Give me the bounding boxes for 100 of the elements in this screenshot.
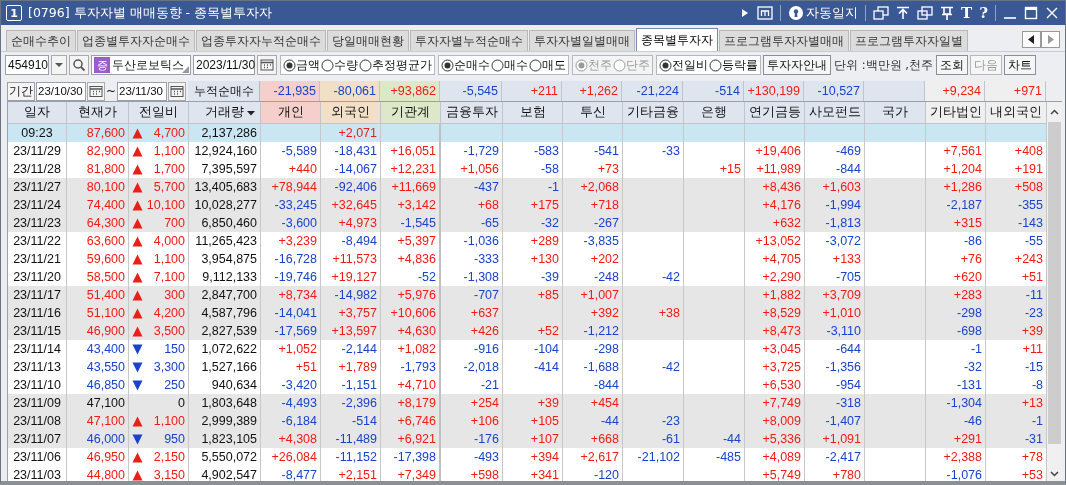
column-header[interactable]: 기타금융 xyxy=(623,102,684,124)
tab[interactable]: 프로그램투자자별매매 xyxy=(719,30,849,51)
column-header[interactable]: 사모펀드 xyxy=(805,102,865,124)
tool-glyph-button[interactable]: ? xyxy=(979,5,988,21)
column-header[interactable]: 투신 xyxy=(563,102,623,124)
range-separator: ~ xyxy=(106,84,117,98)
column-header[interactable]: 금융투자 xyxy=(441,102,503,124)
action-button[interactable]: 조회 xyxy=(935,55,968,75)
radio-button[interactable]: 전일비 xyxy=(659,57,708,73)
radio-dot-icon[interactable] xyxy=(709,58,722,72)
search-icon[interactable] xyxy=(69,55,89,75)
table-row[interactable]: 23/11/16 51,100 4,200 4,587,796 -14,041 +3,757 +10,606 +637 +392 +38 +8,529 +1,010 -298 -23 xyxy=(8,304,1047,322)
change-value: 4,000 xyxy=(153,234,185,248)
radio-dot-icon[interactable] xyxy=(491,58,504,72)
table-row[interactable]: 09:23 87,600 4,700 2,137,286 +2,071 xyxy=(8,124,1047,142)
radio-dot-icon[interactable] xyxy=(529,58,542,72)
column-header[interactable]: 연기금등 xyxy=(745,102,805,124)
table-row[interactable]: 23/11/23 64,300 700 6,850,460 -3,600 +4,973 -1,545 -65 -32 -267 +632 -1,813 +315 -143 xyxy=(8,214,1047,232)
top-arrow-icon[interactable] xyxy=(896,6,911,20)
close-icon[interactable] xyxy=(1045,6,1059,20)
auto-log-button[interactable]: 자동일지 xyxy=(788,4,859,22)
investor-guide-button[interactable]: 투자자안내 xyxy=(763,55,831,75)
period-label: 기간 xyxy=(7,81,35,101)
tab[interactable]: 투자자별누적순매수 xyxy=(410,30,528,51)
scrollbar-thumb[interactable] xyxy=(1048,122,1061,444)
column-header[interactable]: 개인 xyxy=(261,102,321,124)
up-triangle-icon xyxy=(132,217,143,229)
change-value: 300 xyxy=(164,288,185,302)
table-row[interactable]: 23/11/17 51,400 300 2,847,700 +8,734 -14,982 +5,976 -707 +85 +1,007 +1,882 +3,709 +283 -11 xyxy=(8,286,1047,304)
radio-button[interactable]: 금액 xyxy=(283,57,320,73)
dropdown-icon[interactable] xyxy=(51,55,67,75)
table-cell: +598 xyxy=(441,466,503,481)
radio-button[interactable]: 등락률 xyxy=(709,57,758,73)
calendar-icon[interactable] xyxy=(168,81,187,101)
column-header[interactable]: 국가 xyxy=(865,102,926,124)
table-cell: +341 xyxy=(503,466,563,481)
action-button[interactable]: 차트 xyxy=(1003,55,1036,75)
radio-button[interactable]: 수량 xyxy=(321,57,358,73)
table-cell: -120 xyxy=(563,466,623,481)
table-cell: +7,349 xyxy=(381,466,441,481)
tab[interactable]: 업종투자자누적순매수 xyxy=(196,30,326,51)
date-field[interactable]: 2023/11/30 xyxy=(193,55,255,75)
maximize-icon[interactable] xyxy=(1024,6,1038,20)
window-title: [0796] 투자자별 매매동향 - 종목별투자자 xyxy=(28,4,272,22)
column-header[interactable]: 일자 xyxy=(8,102,67,124)
change-value: 1,100 xyxy=(153,414,185,428)
column-header[interactable]: 기타법인 xyxy=(926,102,986,124)
table-row[interactable]: 23/11/27 80,100 5,700 13,405,683 +78,944 -92,406 +11,669 -437 -1 +2,068 +8,436 +1,603 +1,286 +508 xyxy=(8,178,1047,196)
change-value: 0 xyxy=(178,396,185,410)
tab[interactable]: 당일매매현황 xyxy=(327,30,409,51)
table-row[interactable]: 23/11/07 46,000 950 1,823,105 +4,308 -11,489 +6,921 -176 +107 +668 -61 -44 +5,336 +1,091 +291 -31 xyxy=(8,430,1047,448)
grid-box-icon[interactable] xyxy=(757,6,774,20)
price-cell: 44,800 xyxy=(67,466,129,481)
up-triangle-icon xyxy=(132,271,143,283)
radio-button[interactable]: 매도 xyxy=(529,57,566,73)
start-date-field[interactable]: 23/10/30 xyxy=(36,81,86,101)
change-value: 4,700 xyxy=(153,126,185,140)
change-value: 1,100 xyxy=(153,144,185,158)
calendar-icon[interactable] xyxy=(257,55,277,75)
end-date-field[interactable]: 23/11/30 xyxy=(117,81,168,101)
radio-dot-icon[interactable] xyxy=(659,58,672,72)
table-row[interactable]: 23/11/09 47,100 0 1,803,648 -4,493 -2,396 +8,179 +254 +39 +454 +7,749 -318 -1,304 +13 xyxy=(8,394,1047,412)
stock-name-field[interactable]: 증 두산로보틱스 xyxy=(91,55,191,75)
radio-dot-icon[interactable] xyxy=(321,58,334,72)
radio-dot-icon[interactable] xyxy=(283,58,296,72)
tab[interactable]: 순매수추이 xyxy=(6,30,76,51)
stock-code-field[interactable]: 454910 xyxy=(5,55,49,75)
change-value: 10,100 xyxy=(146,198,185,212)
calendar-icon[interactable] xyxy=(87,81,105,101)
radio-dot-icon[interactable] xyxy=(359,58,372,72)
tab[interactable]: 종목별투자자 xyxy=(636,28,718,51)
table-row[interactable]: 23/11/15 46,900 3,500 2,827,539 -17,569 +13,597 +4,630 +426 +52 -1,212 +8,473 -3,110 -698 +39 xyxy=(8,322,1047,340)
change-value: 7,100 xyxy=(153,270,185,284)
column-header[interactable]: 거래량 xyxy=(189,102,261,124)
radio-button[interactable]: 매수 xyxy=(491,57,528,73)
column-header[interactable]: 전일비 xyxy=(129,102,189,124)
tab[interactable]: 투자자별일별매매 xyxy=(529,30,635,51)
change-value: 3,500 xyxy=(153,324,185,338)
window-number-badge: 1 xyxy=(6,5,22,21)
column-header[interactable]: 기관계 xyxy=(381,102,441,124)
radio-button[interactable]: 추정평균가 xyxy=(359,57,432,73)
scroll-left-icon[interactable] xyxy=(1022,30,1041,48)
up-triangle-icon xyxy=(132,415,143,427)
radio-button[interactable]: 순매수 xyxy=(441,57,490,73)
restore-icon[interactable] xyxy=(917,6,934,20)
radio-dot-icon[interactable] xyxy=(441,58,454,72)
column-header[interactable]: 은행 xyxy=(684,102,745,124)
column-header[interactable]: 현재가 xyxy=(67,102,129,124)
tab[interactable]: 프로그램투자자일별 xyxy=(850,30,968,51)
table-row[interactable]: 23/11/24 74,400 10,100 10,028,277 -33,245 +32,645 +3,142 +68 +175 +718 +4,176 -1,994 -2,187 -355 xyxy=(8,196,1047,214)
windows-icon[interactable] xyxy=(873,6,890,20)
pin-icon[interactable] xyxy=(940,6,955,20)
table-cell: +2,151 xyxy=(321,466,381,481)
column-header[interactable]: 외국인 xyxy=(321,102,381,124)
table-row[interactable]: 23/11/08 47,100 1,100 2,999,389 -6,184 -514 +6,746 +106 +105 -44 -23 +8,009 -1,407 -46 -1 xyxy=(8,412,1047,430)
tool-glyph-button[interactable]: T xyxy=(961,5,973,21)
resize-grip-icon xyxy=(182,66,189,73)
tab[interactable]: 업종별투자자순매수 xyxy=(77,30,195,51)
column-header[interactable]: 내외국인 xyxy=(986,102,1047,124)
column-header[interactable]: 보험 xyxy=(503,102,563,124)
